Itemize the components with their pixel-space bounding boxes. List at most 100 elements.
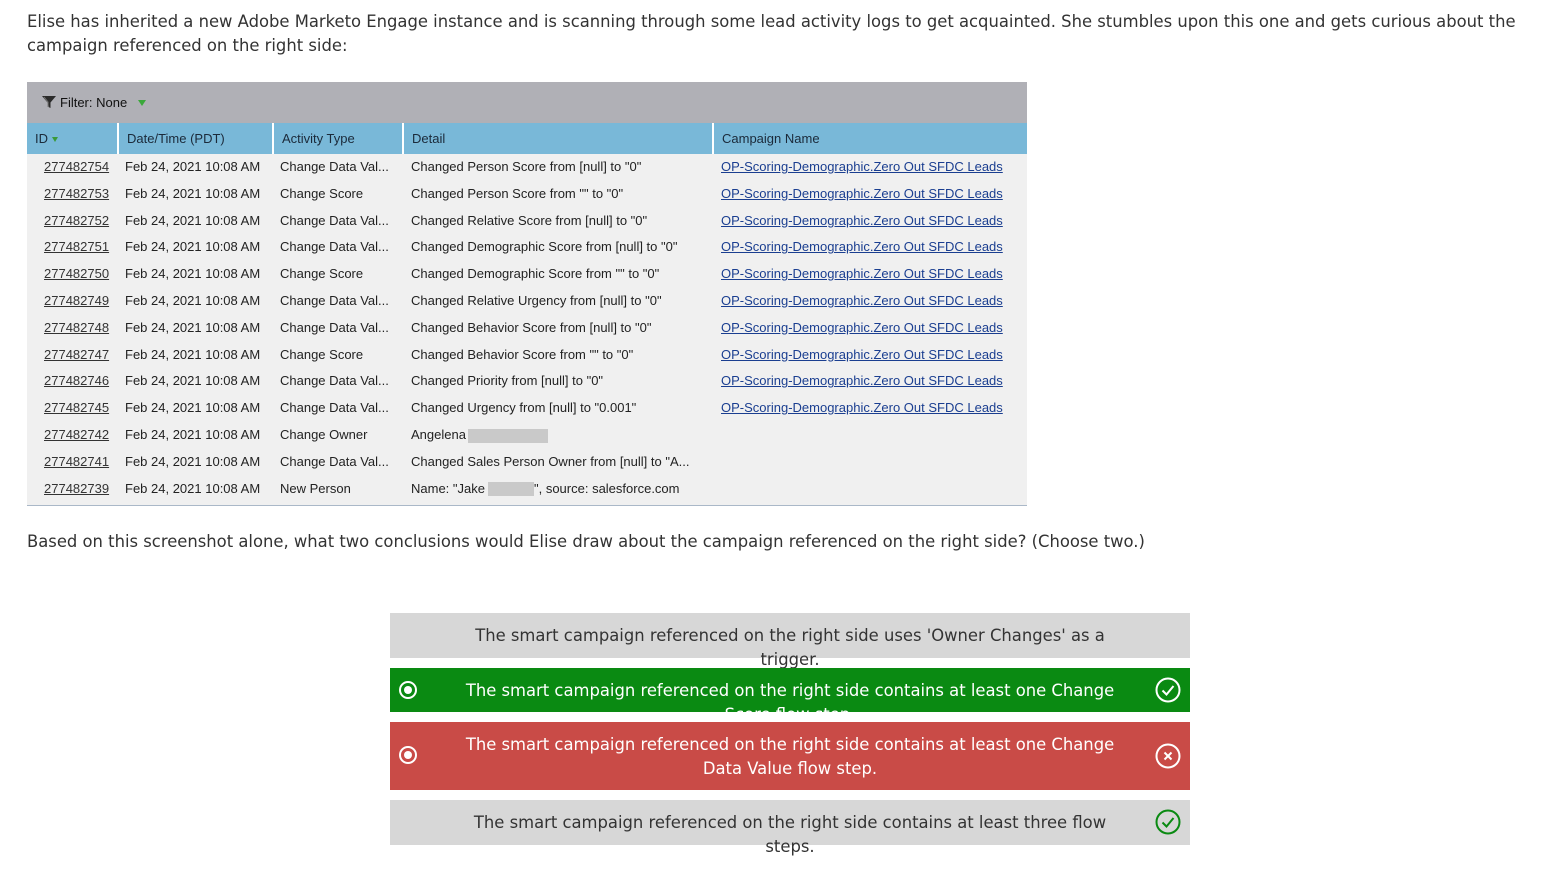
activity-id-link[interactable]: 277482748	[44, 315, 124, 342]
datetime-cell-text: Feb 24, 2021 10:08 AM	[125, 373, 261, 389]
datetime-cell: Feb 24, 2021 10:08 AM	[125, 154, 275, 181]
datetime-cell: Feb 24, 2021 10:08 AM	[125, 288, 275, 315]
radio-selected-icon[interactable]	[399, 681, 417, 699]
activity-id-link-text: 277482741	[44, 453, 110, 469]
detail-cell-text: Changed Relative Score from [null] to "0…	[411, 212, 648, 228]
detail-cell-text: Angelena	[411, 426, 466, 442]
column-header-activity-type[interactable]: Activity Type	[274, 123, 404, 154]
detail-cell: Changed Behavior Score from [null] to "0…	[411, 315, 711, 342]
campaign-name-link	[721, 449, 1021, 476]
redacted-block	[467, 428, 548, 443]
datetime-cell-text: Feb 24, 2021 10:08 AM	[125, 426, 261, 442]
campaign-name-link-text: OP-Scoring-Demographic.Zero Out SFDC Lea…	[721, 159, 1003, 174]
activity-type-cell: Change Data Val...	[280, 395, 402, 422]
table-body: 277482754 Feb 24, 2021 10:08 AM Change Dat…	[27, 154, 1027, 502]
datetime-cell: Feb 24, 2021 10:08 AM	[125, 181, 275, 208]
table-row: 277482754 Feb 24, 2021 10:08 AM Change Dat…	[27, 154, 1027, 181]
detail-cell-text: Changed Behavior Score from [null] to "0…	[411, 319, 652, 335]
activity-id-link[interactable]: 277482746	[44, 368, 124, 395]
column-header-id[interactable]: ID	[27, 123, 119, 154]
activity-type-cell: Change Data Val...	[280, 208, 402, 235]
campaign-name-link[interactable]: OP-Scoring-Demographic.Zero Out SFDC Lea…	[721, 395, 1021, 422]
table-row: 277482747 Feb 24, 2021 10:08 AM Change Sco…	[27, 342, 1027, 369]
sort-desc-icon	[52, 137, 58, 143]
column-header-id-label: ID	[35, 131, 48, 146]
datetime-cell-text: Feb 24, 2021 10:08 AM	[125, 453, 261, 469]
datetime-cell-text: Feb 24, 2021 10:08 AM	[125, 239, 261, 255]
datetime-cell-text: Feb 24, 2021 10:08 AM	[125, 266, 261, 282]
activity-id-link-text: 277482745	[44, 400, 110, 416]
activity-id-link[interactable]: 277482750	[44, 261, 124, 288]
activity-type-cell: Change Data Val...	[280, 234, 402, 261]
detail-cell: Changed Relative Urgency from [null] to …	[411, 288, 711, 315]
answer-option-1-text: The smart campaign referenced on the rig…	[475, 626, 1105, 669]
detail-cell-text: Changed Demographic Score from [null] to…	[411, 239, 678, 255]
datetime-cell-text: Feb 24, 2021 10:08 AM	[125, 292, 261, 308]
activity-type-cell: Change Score	[280, 342, 402, 369]
intro-text: Elise has inherited a new Adobe Marketo …	[27, 12, 1516, 55]
detail-cell-text: Changed Relative Urgency from [null] to …	[411, 292, 662, 308]
datetime-cell-text: Feb 24, 2021 10:08 AM	[125, 319, 261, 335]
table-row: 277482753 Feb 24, 2021 10:08 AM Change Sco…	[27, 181, 1027, 208]
activity-id-link[interactable]: 277482742	[44, 422, 124, 449]
activity-id-link-text: 277482752	[44, 212, 110, 228]
activity-id-link-text: 277482749	[44, 292, 110, 308]
campaign-name-link[interactable]: OP-Scoring-Demographic.Zero Out SFDC Lea…	[721, 181, 1021, 208]
filter-bar: Filter: None	[27, 82, 1027, 123]
activity-id-link[interactable]: 277482753	[44, 181, 124, 208]
column-header-campaign-name[interactable]: Campaign Name	[714, 123, 1027, 154]
activity-id-link[interactable]: 277482751	[44, 234, 124, 261]
answer-option-2[interactable]: The smart campaign referenced on the rig…	[390, 668, 1190, 724]
detail-suffix-text: ", source: salesforce.com	[533, 480, 680, 496]
datetime-cell: Feb 24, 2021 10:08 AM	[125, 208, 275, 235]
detail-cell: Changed Person Score from [null] to "0"	[411, 154, 711, 181]
activity-type-cell-text: Change Owner	[280, 426, 368, 442]
campaign-name-link[interactable]: OP-Scoring-Demographic.Zero Out SFDC Lea…	[721, 208, 1021, 235]
activity-id-link[interactable]: 277482745	[44, 395, 124, 422]
campaign-name-link-text: OP-Scoring-Demographic.Zero Out SFDC Lea…	[721, 266, 1003, 282]
activity-id-link[interactable]: 277482741	[44, 449, 124, 476]
campaign-name-link[interactable]: OP-Scoring-Demographic.Zero Out SFDC Lea…	[721, 315, 1021, 342]
campaign-name-link[interactable]: OP-Scoring-Demographic.Zero Out SFDC Lea…	[721, 288, 1021, 315]
answer-option-4[interactable]: The smart campaign referenced on the rig…	[390, 800, 1190, 856]
campaign-name-link[interactable]: OP-Scoring-Demographic.Zero Out SFDC Lea…	[721, 261, 1021, 288]
campaign-name-link[interactable]: OP-Scoring-Demographic.Zero Out SFDC Lea…	[721, 234, 1021, 261]
activity-type-cell-text: Change Data Val...	[280, 319, 389, 335]
table-row: 277482742 Feb 24, 2021 10:08 AM Change Own…	[27, 422, 1027, 449]
activity-id-link[interactable]: 277482749	[44, 288, 124, 315]
detail-cell-text: Changed Urgency from [null] to "0.001"	[411, 400, 637, 416]
filter-label[interactable]: Filter: None	[60, 95, 127, 110]
activity-id-link[interactable]: 277482754	[44, 154, 124, 181]
activity-id-link[interactable]: 277482752	[44, 208, 124, 235]
activity-type-cell-text: Change Score	[280, 266, 364, 282]
column-header-detail[interactable]: Detail	[404, 123, 714, 154]
detail-cell: Changed Priority from [null] to "0"	[411, 368, 711, 395]
question-text: Based on this screenshot alone, what two…	[27, 532, 1145, 551]
table-row: 277482746 Feb 24, 2021 10:08 AM Change Dat…	[27, 368, 1027, 395]
filter-dropdown-icon[interactable]	[138, 100, 146, 106]
campaign-name-link[interactable]: OP-Scoring-Demographic.Zero Out SFDC Lea…	[721, 368, 1021, 395]
activity-type-cell: New Person	[280, 476, 402, 503]
answer-option-1[interactable]: The smart campaign referenced on the rig…	[390, 613, 1190, 669]
activity-type-cell: Change Data Val...	[280, 154, 402, 181]
activity-type-cell-text: Change Data Val...	[280, 239, 389, 255]
activity-id-link[interactable]: 277482747	[44, 342, 124, 369]
campaign-name-link	[721, 476, 1021, 503]
radio-selected-icon[interactable]	[399, 746, 417, 764]
detail-cell: Name: "Jake ", source: salesforce.com	[411, 476, 711, 503]
detail-cell: Angelena	[411, 422, 711, 449]
activity-id-link-text: 277482742	[44, 426, 110, 442]
column-header-datetime[interactable]: Date/Time (PDT)	[119, 123, 274, 154]
activity-id-link[interactable]: 277482739	[44, 476, 124, 503]
table-row: 277482748 Feb 24, 2021 10:08 AM Change Dat…	[27, 315, 1027, 342]
campaign-name-link-text: OP-Scoring-Demographic.Zero Out SFDC Lea…	[721, 212, 1003, 228]
column-header-activity-type-label: Activity Type	[282, 131, 355, 146]
detail-cell: Changed Demographic Score from "" to "0"	[411, 261, 711, 288]
detail-cell-text: Changed Priority from [null] to "0"	[411, 373, 604, 389]
campaign-name-link-text: OP-Scoring-Demographic.Zero Out SFDC Lea…	[721, 292, 1003, 308]
campaign-name-link[interactable]: OP-Scoring-Demographic.Zero Out SFDC Lea…	[721, 154, 1021, 181]
activity-id-link-text: 277482751	[44, 239, 110, 255]
answer-option-3[interactable]: The smart campaign referenced on the rig…	[390, 722, 1190, 790]
table-row: 277482751 Feb 24, 2021 10:08 AM Change Dat…	[27, 234, 1027, 261]
campaign-name-link[interactable]: OP-Scoring-Demographic.Zero Out SFDC Lea…	[721, 342, 1021, 369]
